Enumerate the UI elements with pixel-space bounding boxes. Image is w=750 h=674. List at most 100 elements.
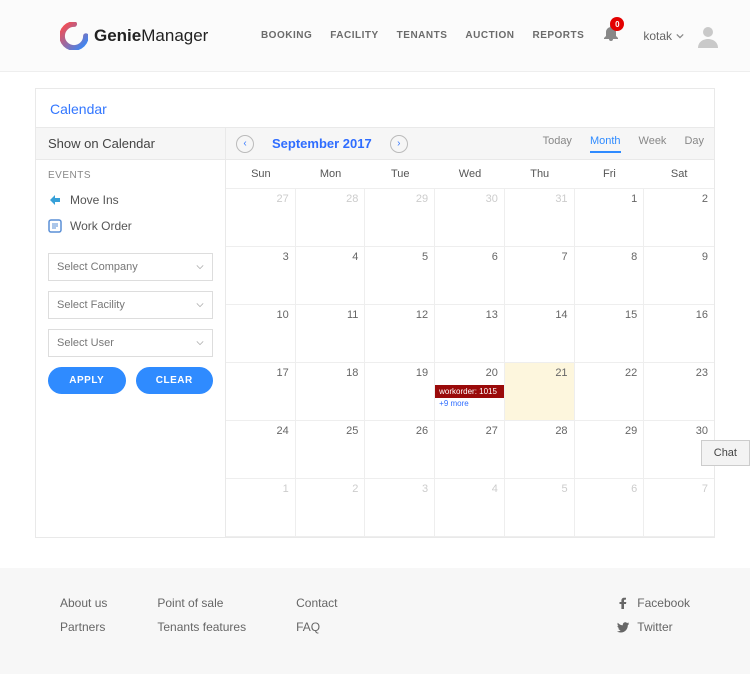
sidebar: Show on Calendar EVENTS Move Ins Work Or… <box>36 128 226 537</box>
day-cell[interactable]: 6 <box>575 479 645 537</box>
company-label: Select Company <box>57 261 138 273</box>
day-cell[interactable]: 7 <box>505 247 575 305</box>
day-cell[interactable]: 26 <box>365 421 435 479</box>
day-cell-today[interactable]: 21 <box>505 363 575 421</box>
event-filter-workorder[interactable]: Work Order <box>36 213 225 239</box>
day-cell[interactable]: 24 <box>226 421 296 479</box>
view-week[interactable]: Week <box>639 135 667 153</box>
day-cell[interactable]: 3 <box>226 247 296 305</box>
nav-facility[interactable]: FACILITY <box>330 30 378 41</box>
footer-twitter[interactable]: Twitter <box>617 620 672 634</box>
footer-pos[interactable]: Point of sale <box>157 596 246 610</box>
day-cell[interactable]: 16 <box>644 305 714 363</box>
view-day[interactable]: Day <box>684 135 704 153</box>
day-cell[interactable]: 5 <box>365 247 435 305</box>
day-cell[interactable]: 3 <box>365 479 435 537</box>
logo-icon <box>60 22 88 50</box>
avatar-icon[interactable] <box>696 24 720 48</box>
nav-tenants[interactable]: TENANTS <box>397 30 448 41</box>
dow-sat: Sat <box>644 160 714 189</box>
movein-icon <box>48 193 62 207</box>
day-cell[interactable]: 1 <box>226 479 296 537</box>
day-cell[interactable]: 18 <box>296 363 366 421</box>
nav-reports[interactable]: REPORTS <box>532 30 584 41</box>
footer-about[interactable]: About us <box>60 596 107 610</box>
chat-tab[interactable]: Chat <box>701 440 750 466</box>
day-cell[interactable]: 14 <box>505 305 575 363</box>
day-cell[interactable]: 1 <box>575 189 645 247</box>
notif-badge: 0 <box>610 17 624 31</box>
day-cell[interactable]: 15 <box>575 305 645 363</box>
day-cell[interactable]: 29 <box>575 421 645 479</box>
footer-partners[interactable]: Partners <box>60 620 107 634</box>
calendar-panel: Calendar Show on Calendar EVENTS Move In… <box>35 88 715 538</box>
facebook-icon <box>617 597 629 609</box>
day-cell[interactable]: 13 <box>435 305 505 363</box>
day-cell[interactable]: 5 <box>505 479 575 537</box>
apply-button[interactable]: APPLY <box>48 367 126 394</box>
dow-fri: Fri <box>575 160 645 189</box>
prev-month-button[interactable]: ‹ <box>236 135 254 153</box>
day-cell[interactable]: 27 <box>226 189 296 247</box>
view-today[interactable]: Today <box>543 135 572 153</box>
footer-facebook[interactable]: Facebook <box>617 596 690 610</box>
footer-faq[interactable]: FAQ <box>296 620 337 634</box>
username: kotak <box>643 29 672 43</box>
view-switcher: Today Month Week Day <box>543 135 704 153</box>
day-cell[interactable]: 28 <box>296 189 366 247</box>
day-cell[interactable]: 7 <box>644 479 714 537</box>
filters: Select Company Select Facility Select Us… <box>36 239 225 408</box>
day-cell[interactable]: 17 <box>226 363 296 421</box>
day-cell[interactable]: 27 <box>435 421 505 479</box>
day-cell[interactable]: 2 <box>296 479 366 537</box>
workorder-icon <box>48 219 62 233</box>
more-events-link[interactable]: +9 more <box>439 399 469 408</box>
day-cell[interactable]: 12 <box>365 305 435 363</box>
footer: About us Partners Point of sale Tenants … <box>0 568 750 674</box>
logo[interactable]: GenieManager <box>60 22 208 50</box>
topbar: GenieManager BOOKING FACILITY TENANTS AU… <box>0 0 750 72</box>
day-cell[interactable]: 28 <box>505 421 575 479</box>
day-cell[interactable]: 10 <box>226 305 296 363</box>
next-month-button[interactable]: › <box>390 135 408 153</box>
day-cell[interactable]: 4 <box>296 247 366 305</box>
twitter-icon <box>617 621 629 633</box>
day-cell[interactable]: 9 <box>644 247 714 305</box>
calendar-grid: 27 28 29 30 31 1 2 3 4 5 6 7 8 9 10 11 1… <box>226 189 714 537</box>
movein-label: Move Ins <box>70 193 119 207</box>
event-filter-moveins[interactable]: Move Ins <box>36 187 225 213</box>
events-label: EVENTS <box>36 160 225 187</box>
chevron-down-icon <box>196 339 204 347</box>
day-cell[interactable]: 25 <box>296 421 366 479</box>
facility-label: Select Facility <box>57 299 125 311</box>
calendar-header: ‹ September 2017 › Today Month Week Day <box>226 128 714 160</box>
nav-booking[interactable]: BOOKING <box>261 30 312 41</box>
event-tag[interactable]: workorder: 1015 <box>435 385 504 398</box>
day-cell[interactable]: 22 <box>575 363 645 421</box>
day-cell[interactable]: 8 <box>575 247 645 305</box>
view-month[interactable]: Month <box>590 135 621 153</box>
day-cell[interactable]: 30 <box>435 189 505 247</box>
company-select[interactable]: Select Company <box>48 253 213 281</box>
day-cell[interactable]: 2 <box>644 189 714 247</box>
day-cell[interactable]: 4 <box>435 479 505 537</box>
day-cell[interactable]: 11 <box>296 305 366 363</box>
day-cell[interactable]: 20 workorder: 1015 +9 more <box>435 363 505 421</box>
day-cell[interactable]: 29 <box>365 189 435 247</box>
footer-contact[interactable]: Contact <box>296 596 337 610</box>
day-cell[interactable]: 31 <box>505 189 575 247</box>
footer-tenfeat[interactable]: Tenants features <box>157 620 246 634</box>
clear-button[interactable]: CLEAR <box>136 367 214 394</box>
day-cell[interactable]: 23 <box>644 363 714 421</box>
dow-sun: Sun <box>226 160 296 189</box>
notifications-button[interactable]: 0 <box>604 25 618 46</box>
user-menu[interactable]: kotak <box>643 29 684 43</box>
dow-thu: Thu <box>505 160 575 189</box>
calendar: ‹ September 2017 › Today Month Week Day … <box>226 128 714 537</box>
nav-auction[interactable]: AUCTION <box>465 30 514 41</box>
chevron-down-icon <box>196 301 204 309</box>
facility-select[interactable]: Select Facility <box>48 291 213 319</box>
day-cell[interactable]: 6 <box>435 247 505 305</box>
user-select[interactable]: Select User <box>48 329 213 357</box>
day-cell[interactable]: 19 <box>365 363 435 421</box>
